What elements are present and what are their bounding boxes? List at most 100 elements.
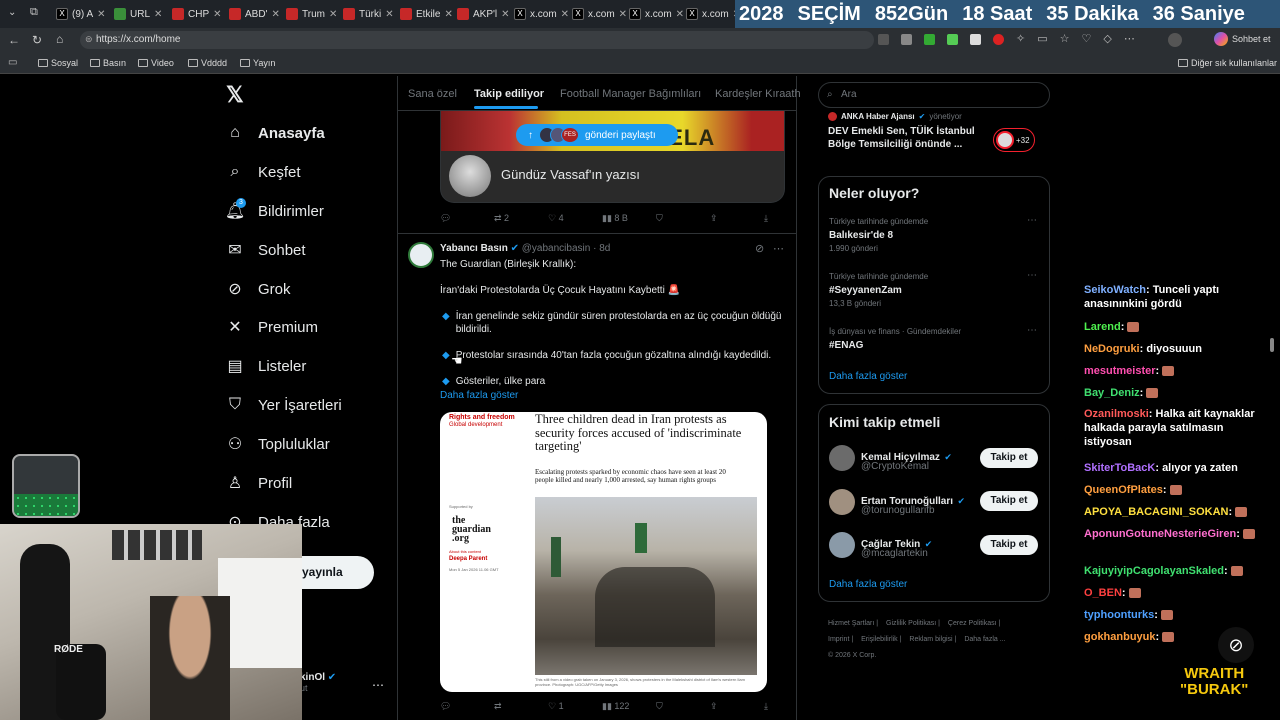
avatar[interactable] — [408, 242, 434, 268]
browser-tab[interactable]: CHP ✕ — [172, 4, 222, 24]
account-switcher[interactable]: kinOl ✔ ut ⋯ — [300, 672, 384, 694]
browser-tab[interactable]: X (9) A ✕ — [56, 4, 106, 24]
show-more-link[interactable]: Daha fazla göster — [440, 389, 785, 402]
browser-tab[interactable]: Xx.com✕ — [514, 4, 569, 24]
copilot-chat-button[interactable]: Sohbet et — [1214, 32, 1271, 46]
x-logo-icon[interactable]: 𝕏 — [226, 82, 244, 108]
sidebar-item-notifications[interactable]: 🔔︎ 3 Bildirimler — [225, 198, 324, 220]
footer-link[interactable]: Hizmet Şartları — [828, 620, 874, 627]
trend-item[interactable]: İş dünyası ve finans · Gündemdekiler #EN… — [829, 327, 961, 351]
reply-button[interactable]: 💬︎ — [440, 701, 494, 712]
more-icon[interactable]: ⋯ — [372, 678, 384, 692]
more-icon[interactable]: ⋯ — [1027, 270, 1037, 281]
extension-icon[interactable] — [924, 34, 935, 45]
bookmark-folder[interactable]: Vdddd — [188, 58, 227, 68]
bookmark-menu-icon[interactable]: ▭ — [8, 57, 17, 68]
trends-show-more[interactable]: Daha fazla göster — [829, 371, 907, 382]
close-icon[interactable]: ✕ — [501, 9, 509, 20]
follow-button[interactable]: Takip et — [980, 448, 1038, 468]
sidebar-item-grok[interactable]: ⊘ Grok — [226, 280, 290, 299]
new-posts-pill[interactable]: ↑ FES gönderi paylaştı — [516, 124, 678, 146]
sidebar-item-explore[interactable]: ⌕ Keşfet — [226, 163, 301, 181]
browser-tab[interactable]: URL ✕ — [114, 4, 162, 24]
tab-list-chevron-icon[interactable]: ⌄ — [8, 7, 16, 18]
close-icon[interactable]: ✕ — [154, 9, 162, 20]
address-bar[interactable]: https://x.com/home — [80, 31, 874, 49]
sidebar-item-premium[interactable]: ✕ Premium — [226, 318, 318, 337]
bookmark-icon[interactable]: ⛉ — [656, 701, 710, 712]
post-image[interactable]: Rights and freedom Global development Th… — [440, 412, 767, 692]
footer-link[interactable]: Erişilebilirlik — [861, 636, 898, 643]
follow-button[interactable]: Takip et — [980, 535, 1038, 555]
browser-tab[interactable]: Trum ✕ — [286, 4, 337, 24]
browser-tab[interactable]: Xx.com✕ — [629, 4, 684, 24]
repost-button[interactable]: ⇄ — [494, 701, 548, 712]
post-author[interactable]: Yabancı Basın — [440, 243, 508, 254]
trend-item[interactable]: Türkiye tarihinde gündemde Balıkesir'de … — [829, 217, 928, 253]
sidebar-item-bookmarks[interactable]: ⛉ Yer İşaretleri — [226, 396, 342, 414]
grok-icon[interactable]: ⊘ — [755, 242, 764, 255]
other-bookmarks[interactable]: Diğer sık kullanılanlar — [1178, 58, 1277, 68]
close-icon[interactable]: ✕ — [213, 9, 221, 20]
bookmark-folder[interactable]: Video — [138, 58, 174, 68]
footer-link[interactable]: Imprint — [828, 636, 849, 643]
browser-tab[interactable]: Xx.com✕ — [686, 4, 741, 24]
close-icon[interactable]: ✕ — [676, 9, 684, 20]
profile-avatar[interactable] — [1168, 33, 1182, 47]
bookmark-folder[interactable]: Basın — [90, 58, 126, 68]
puzzle-icon[interactable]: ✧ — [1016, 34, 1025, 45]
site-info-icon[interactable]: ⊜ — [85, 34, 93, 45]
more-icon[interactable]: ⋯ — [1124, 34, 1135, 45]
bookmark-folder[interactable]: Sosyal — [38, 58, 78, 68]
post-time[interactable]: 8d — [599, 243, 610, 254]
browser-tab[interactable]: AKP'l ✕ — [457, 4, 510, 24]
browser-essentials-icon[interactable]: ◇ — [1103, 34, 1111, 45]
like-button[interactable]: ♡ 1 — [548, 701, 602, 712]
sidebar-item-lists[interactable]: ▤ Listeler — [226, 357, 306, 376]
share-icon[interactable]: ⇪ — [710, 213, 764, 224]
share-icon[interactable]: ⇪ — [710, 701, 764, 712]
sidebar-item-chat[interactable]: ✉ Sohbet — [226, 241, 305, 260]
browser-tab[interactable]: Etkile ✕ — [400, 4, 453, 24]
live-card[interactable]: ANKA Haber Ajansı ✔ yönetiyor DEV Emekli… — [828, 112, 1048, 152]
favorites-icon[interactable]: ☆ — [1060, 34, 1070, 45]
follow-button[interactable]: Takip et — [980, 491, 1038, 511]
footer-link[interactable]: Daha fazla ... — [964, 636, 1005, 643]
reload-icon[interactable]: ↻ — [32, 33, 42, 47]
more-icon[interactable]: ⋯ — [1027, 325, 1037, 336]
close-icon[interactable]: ✕ — [97, 9, 105, 20]
download-icon[interactable]: ⤓ — [764, 213, 818, 224]
close-icon[interactable]: ✕ — [385, 9, 393, 20]
extension-icon[interactable] — [901, 34, 912, 45]
bookmark-icon[interactable]: ⛉ — [656, 213, 710, 224]
tab-football-manager[interactable]: Football Manager Bağımlıları — [560, 88, 701, 100]
more-icon[interactable]: ⋯ — [1027, 215, 1037, 226]
tab-following[interactable]: Takip ediliyor — [474, 88, 544, 100]
close-icon[interactable]: ✕ — [444, 9, 452, 20]
sidebar-item-home[interactable]: ⌂ Anasayfa — [226, 124, 325, 142]
split-view-icon[interactable]: ▭ — [1037, 34, 1047, 45]
trend-item[interactable]: Türkiye tarihinde gündemde #SeyyanenZam … — [829, 272, 928, 308]
bookmark-folder[interactable]: Yayın — [240, 58, 275, 68]
like-button[interactable]: ♡ 4 — [548, 213, 602, 224]
browser-tab[interactable]: Türki ✕ — [343, 4, 394, 24]
footer-link[interactable]: Gizlilik Politikası — [886, 620, 936, 627]
footer-link[interactable]: Reklam bilgisi — [909, 636, 952, 643]
repost-button[interactable]: ⇄ 2 — [494, 213, 548, 224]
close-icon[interactable]: ✕ — [329, 9, 337, 20]
browser-tab[interactable]: Xx.com✕ — [572, 4, 627, 24]
post-handle[interactable]: @yabancibasin — [522, 243, 591, 254]
wtf-show-more[interactable]: Daha fazla göster — [829, 579, 907, 590]
tab-for-you[interactable]: Sana özel — [408, 88, 457, 100]
reply-button[interactable]: 💬︎ — [440, 213, 494, 224]
footer-link[interactable]: Çerez Politikası — [948, 620, 997, 627]
extension-icon[interactable] — [970, 34, 981, 45]
download-icon[interactable]: ⤓ — [764, 701, 818, 712]
close-icon[interactable]: ✕ — [619, 9, 627, 20]
sidebar-item-profile[interactable]: ♙ Profil — [226, 474, 292, 493]
back-icon[interactable]: ← — [8, 33, 20, 47]
views-button[interactable]: ▮▮ 122 — [602, 701, 656, 712]
more-icon[interactable]: ⋯ — [773, 242, 784, 255]
browser-tab[interactable]: ABD' ✕ — [229, 4, 280, 24]
views-button[interactable]: ▮▮ 8 B — [602, 213, 656, 224]
